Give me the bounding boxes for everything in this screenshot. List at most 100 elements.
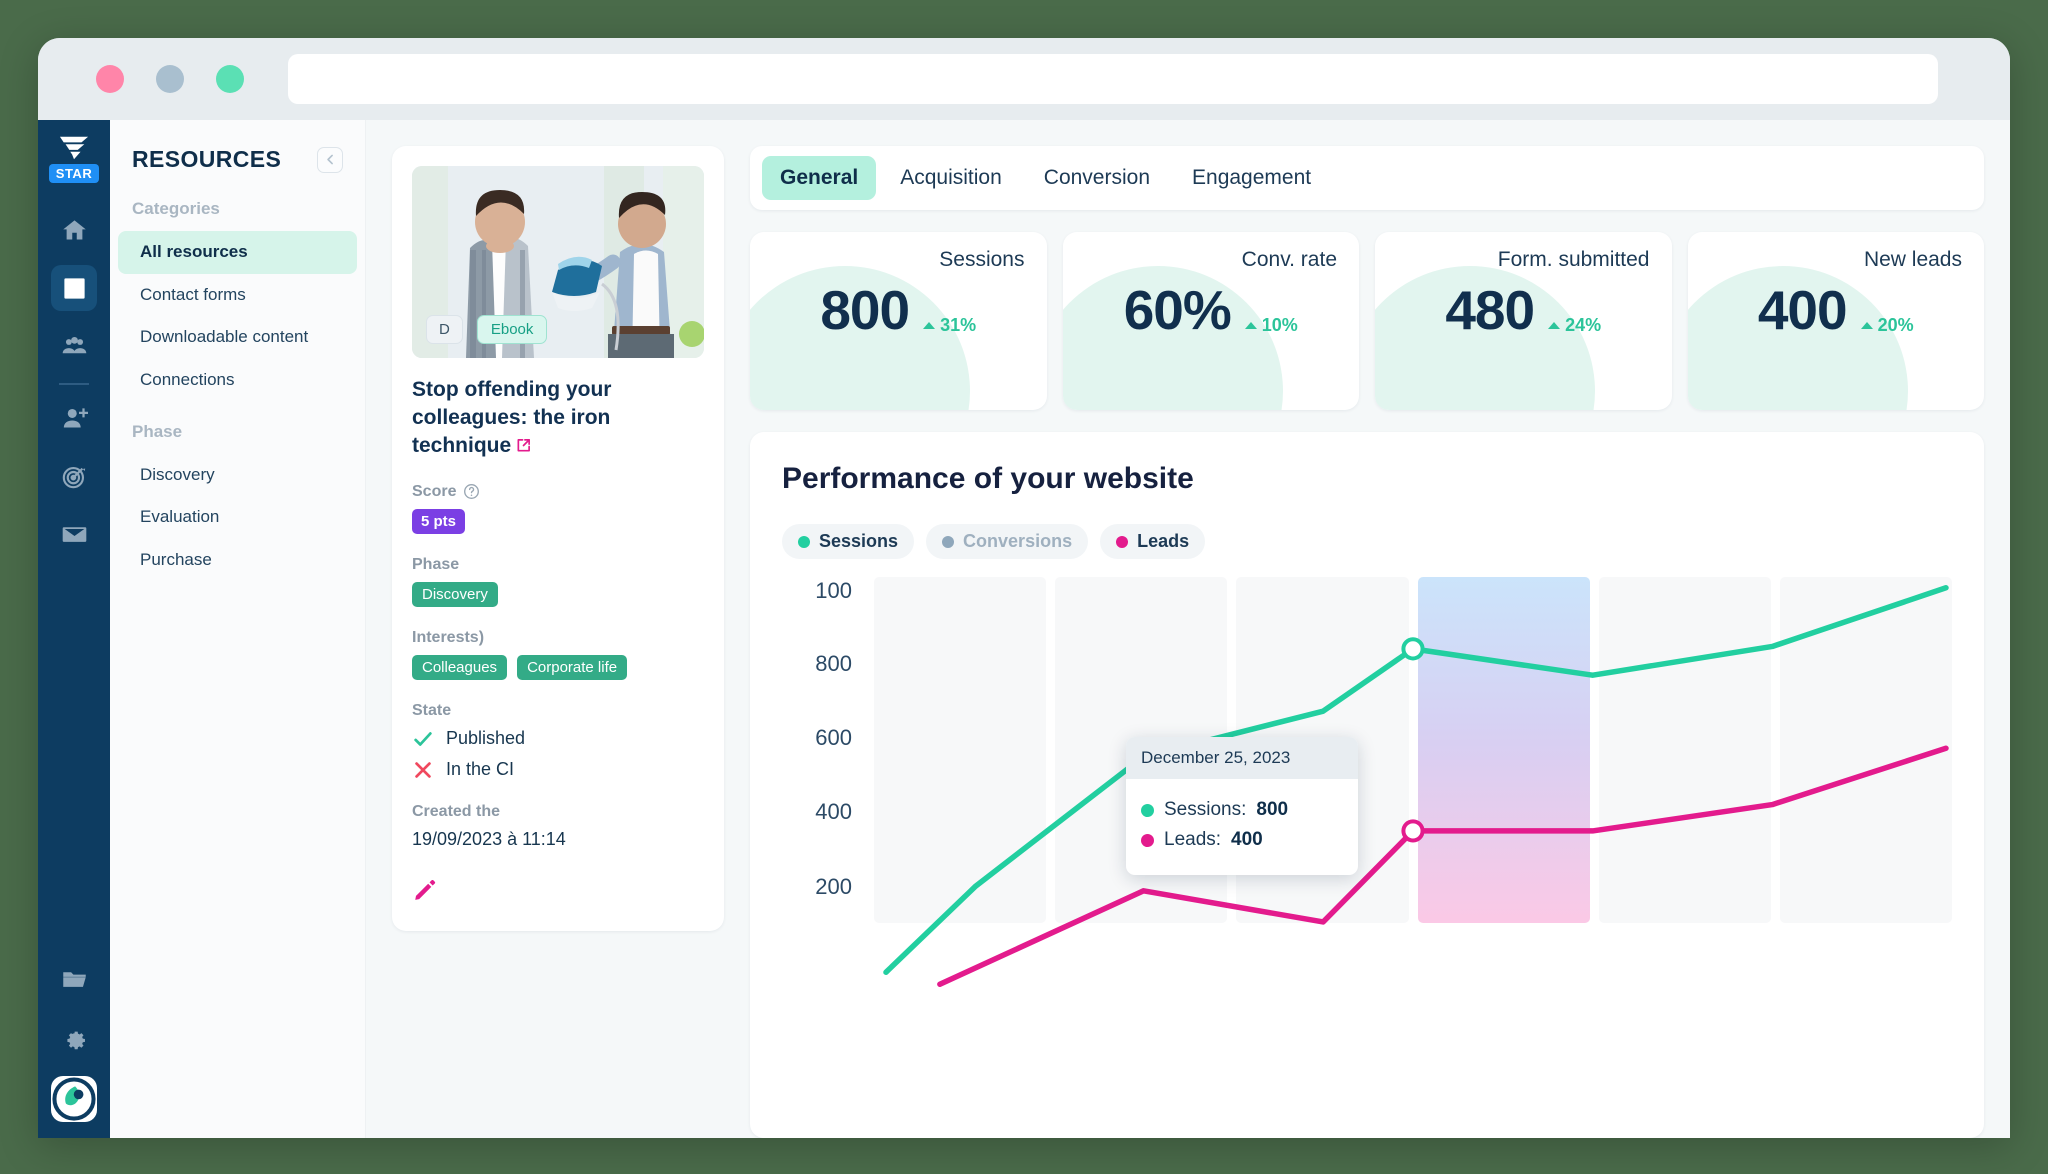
tooltip-dot-leads	[1141, 833, 1154, 847]
mail-icon	[62, 526, 86, 542]
sidebar-item-add-user[interactable]	[51, 395, 97, 441]
sidebar-item-all-resources[interactable]: All resources	[118, 231, 357, 274]
state-field-label: State	[412, 701, 452, 719]
kpi-value: 800	[820, 279, 910, 341]
phase-badge: Discovery	[412, 581, 498, 607]
edit-resource-button[interactable]	[412, 879, 704, 911]
tooltip-date: December 25, 2023	[1126, 737, 1358, 779]
kpi-card-new-leads[interactable]: New leads 400 20%	[1687, 232, 1985, 410]
external-link-button[interactable]	[516, 433, 531, 461]
kpi-value: 480	[1445, 279, 1535, 341]
chart-plot-area: December 25, 2023 Sessions: 800 Leads: 4…	[874, 577, 1953, 923]
gear-icon	[66, 1031, 85, 1049]
interests-field-label: Interests)	[412, 628, 485, 646]
resource-initial-badge: D	[426, 315, 463, 344]
kpi-value: 400	[1757, 279, 1848, 341]
kpi-label: Sessions	[939, 248, 1025, 271]
browser-window: STAR RESOURCES Categories All resources …	[38, 38, 2010, 1138]
sidebar-item-connections[interactable]: Connections	[118, 359, 357, 402]
sidebar-item-home[interactable]	[51, 207, 97, 253]
kpi-card-conv-rate[interactable]: Conv. rate 60% 10%	[1062, 232, 1359, 410]
y-tick-label: 800	[815, 650, 852, 676]
kpi-label: Form. submitted	[1497, 248, 1650, 271]
minimize-window-button[interactable]	[156, 65, 184, 93]
tab-general[interactable]: General	[762, 156, 877, 200]
external-link-icon	[517, 438, 531, 452]
tooltip-body: Sessions: 800 Leads: 400	[1126, 779, 1358, 875]
collapse-sidebar-button[interactable]	[317, 146, 343, 173]
y-tick-label: 600	[815, 724, 852, 750]
sidebar-item-files[interactable]	[51, 956, 97, 1002]
kpi-delta-text: 31%	[940, 315, 977, 335]
sidebar-item-downloadable-content[interactable]: Downloadable content	[118, 316, 357, 359]
interests-tag-row: Colleagues Corporate life	[412, 654, 704, 680]
tab-engagement[interactable]: Engagement	[1174, 156, 1329, 200]
thumbnail-chips: D Ebook	[426, 315, 548, 344]
tab-acquisition[interactable]: Acquisition	[882, 156, 1020, 200]
chart-tooltip: December 25, 2023 Sessions: 800 Leads: 4…	[1126, 737, 1358, 875]
legend-label-leads: Leads	[1137, 531, 1190, 551]
sidebar-item-discovery[interactable]: Discovery	[118, 454, 357, 497]
tooltip-pointer	[1357, 821, 1358, 845]
kpi-card-form-submitted[interactable]: Form. submitted 480 24%	[1375, 232, 1672, 410]
performance-chart-panel: Performance of your website Sessions Con…	[750, 432, 1984, 1138]
phase-field-label: Phase	[412, 555, 460, 573]
trend-up-icon	[1548, 322, 1561, 329]
sidebar-item-targets[interactable]	[51, 453, 97, 499]
maximize-window-button[interactable]	[216, 65, 244, 93]
url-bar[interactable]	[288, 54, 1938, 104]
user-plus-icon	[63, 407, 88, 427]
tooltip-row-leads: Leads: 400	[1141, 829, 1343, 851]
chevron-left-icon	[326, 154, 333, 165]
legend-item-leads[interactable]: Leads	[1100, 524, 1206, 559]
state-label-published: Published	[446, 728, 526, 749]
resource-type-badge: Ebook	[476, 315, 548, 344]
sidebar-item-contacts[interactable]	[51, 323, 97, 369]
kpi-value-row: 480 24%	[1375, 278, 1672, 342]
tooltip-row-sessions: Sessions: 800	[1141, 799, 1343, 821]
kpi-delta-text: 20%	[1877, 315, 1914, 335]
tooltip-label-sessions: Sessions:	[1164, 799, 1247, 820]
kpi-label: New leads	[1863, 248, 1962, 271]
window-controls	[96, 65, 244, 93]
tornado-logo-icon	[59, 136, 89, 160]
resource-title: Stop offending your colleagues: the iron…	[412, 376, 704, 461]
avatar[interactable]	[51, 1076, 97, 1122]
score-field-label: Score	[412, 483, 704, 501]
brand-logo[interactable]: STAR	[48, 132, 100, 183]
sidebar-item-evaluation[interactable]: Evaluation	[118, 496, 357, 539]
legend-item-sessions[interactable]: Sessions	[782, 524, 915, 559]
legend-dot-conversions	[942, 535, 955, 548]
icon-rail: STAR	[38, 120, 110, 1138]
chart-legend: Sessions Conversions Leads	[782, 524, 1952, 559]
score-badge: 5 pts	[412, 508, 466, 534]
main-content: D Ebook Stop offending your colleagues: …	[366, 120, 2010, 1138]
help-icon[interactable]	[463, 483, 480, 500]
rail-divider	[59, 383, 89, 385]
kpi-value-row: 400 20%	[1688, 278, 1985, 342]
y-tick-label: 200	[815, 873, 852, 899]
data-point-sessions[interactable]	[1403, 639, 1422, 658]
score-label-text: Score	[412, 482, 457, 500]
check-icon	[414, 731, 432, 746]
kpi-value-row: 800 31%	[750, 278, 1047, 342]
kpi-label: Conv. rate	[1241, 248, 1337, 271]
kpi-delta: 10%	[1244, 315, 1298, 336]
legend-label-sessions: Sessions	[819, 531, 899, 551]
sidebar-item-resources[interactable]	[51, 265, 97, 311]
y-tick-label: 100	[815, 577, 852, 603]
tab-conversion[interactable]: Conversion	[1026, 156, 1168, 200]
sidebar-item-purchase[interactable]: Purchase	[118, 539, 357, 582]
kpi-card-sessions[interactable]: Sessions 800 31%	[750, 232, 1047, 410]
state-row-in-the-ci: In the CI	[412, 759, 704, 781]
chart-markers-svg	[874, 577, 1952, 991]
book-icon	[63, 277, 85, 299]
close-window-button[interactable]	[96, 65, 124, 93]
state-row-published: Published	[412, 728, 704, 750]
data-point-leads[interactable]	[1403, 821, 1422, 840]
sidebar-item-settings[interactable]	[51, 1014, 97, 1060]
sidebar-item-contact-forms[interactable]: Contact forms	[118, 274, 357, 317]
page-title: RESOURCES	[132, 146, 282, 172]
sidebar-item-messages[interactable]	[51, 511, 97, 557]
legend-item-conversions[interactable]: Conversions	[926, 524, 1089, 559]
